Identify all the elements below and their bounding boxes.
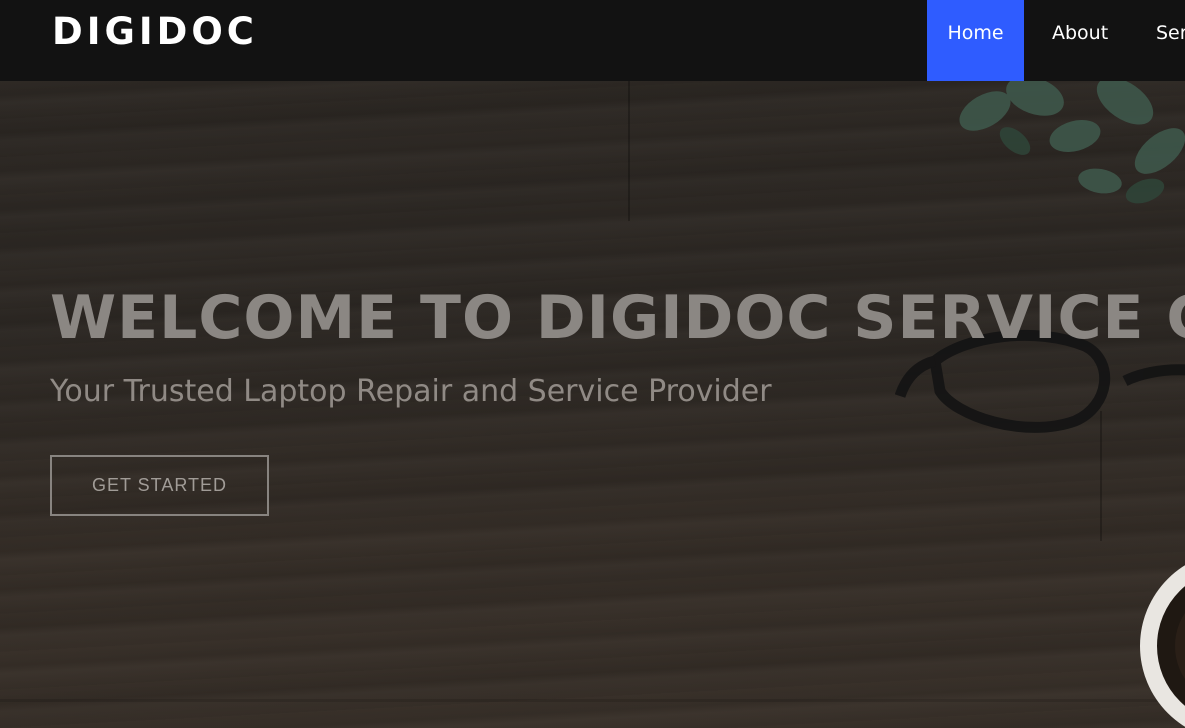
- hero-section: WELCOME TO DIGIDOC SERVICE CE Your Trust…: [0, 81, 1185, 728]
- nav-services[interactable]: Ser: [1156, 0, 1185, 81]
- coffee-cup-image: [1140, 565, 1185, 727]
- get-started-button[interactable]: GET STARTED: [50, 455, 269, 516]
- hero-subtitle: Your Trusted Laptop Repair and Service P…: [50, 374, 772, 409]
- plant-leaves-image: [959, 81, 1185, 204]
- hero-title: WELCOME TO DIGIDOC SERVICE CE: [50, 283, 1185, 353]
- nav-about[interactable]: About: [1052, 0, 1108, 81]
- nav-home[interactable]: Home: [927, 0, 1024, 81]
- brand-logo[interactable]: DIGIDOC: [52, 11, 258, 53]
- wood-plank-seam: [628, 81, 630, 221]
- navbar: DIGIDOC Home About Ser: [0, 0, 1185, 81]
- wood-plank-seam: [0, 699, 1185, 702]
